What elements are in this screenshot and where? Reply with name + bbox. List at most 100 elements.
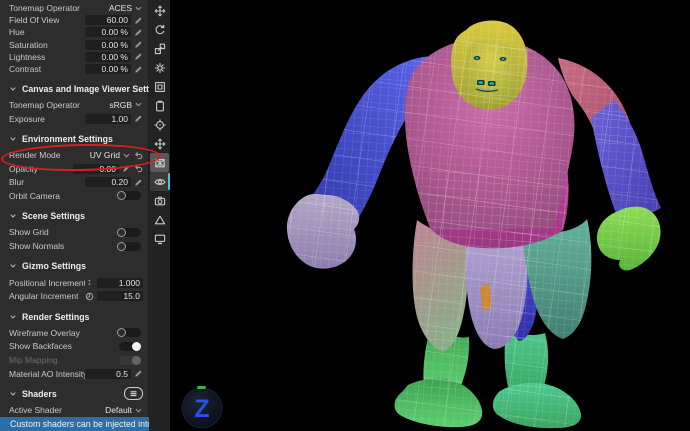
field-value: 0.00 % [102, 40, 128, 50]
section-title: Gizmo Settings [22, 261, 86, 271]
setting-label: Hue [9, 27, 25, 37]
value-field-material-ao-intensity[interactable]: 0.5 [85, 369, 131, 379]
value-field-opacity[interactable]: 0.00 [73, 164, 119, 174]
dropdown-tonemap-operator[interactable]: sRGB [109, 100, 143, 110]
pencil-icon[interactable] [134, 40, 143, 49]
dropdown-render-mode[interactable]: UV Grid [90, 150, 131, 160]
toolbar-item-uv-grid[interactable] [150, 153, 169, 172]
value-field-positional-increment[interactable]: 1.000 [97, 278, 143, 288]
setting-row-lightness: Lightness0.00 % [0, 51, 148, 63]
toolbar-item-gear[interactable] [150, 58, 169, 77]
toolbar-item-translate[interactable] [150, 1, 169, 20]
shader-notice: Custom shaders can be injected into [0, 417, 149, 431]
pencil-icon[interactable] [134, 369, 143, 378]
toolbar-item-eye[interactable] [150, 172, 169, 191]
field-value: 1.00 [111, 114, 128, 124]
value-field-saturation[interactable]: 0.00 % [85, 40, 131, 50]
value-field-field-of-view[interactable]: 60.00 [85, 15, 131, 25]
field-value: 1.000 [119, 278, 140, 288]
section-header-environment-settings[interactable]: Environment Settings [0, 131, 148, 146]
pencil-icon[interactable] [134, 114, 143, 123]
toolbar-item-triangle[interactable] [150, 210, 169, 229]
setting-label: Field Of View [9, 15, 59, 25]
setting-label: Render Mode [9, 150, 61, 160]
section-header-canvas-and-image-viewer-settings[interactable]: Canvas and Image Viewer Settings [0, 81, 148, 96]
value-field-lightness[interactable]: 0.00 % [85, 52, 131, 62]
toolbar-item-scale[interactable] [150, 39, 169, 58]
toolbar-item-camera[interactable] [150, 191, 169, 210]
toolbar-item-clipboard[interactable] [150, 96, 169, 115]
logo-letter: Z [194, 395, 209, 423]
section-title: Scene Settings [22, 211, 85, 221]
reset-icon[interactable] [134, 151, 143, 160]
snap-icon [85, 278, 94, 287]
value-field-contrast[interactable]: 0.00 % [85, 64, 131, 74]
dropdown-value: Default [105, 405, 132, 415]
section-header-gizmo-settings[interactable]: Gizmo Settings [0, 259, 148, 274]
pencil-icon[interactable] [134, 52, 143, 61]
pencil-icon[interactable] [134, 28, 143, 37]
section-header-scene-settings[interactable]: Scene Settings [0, 209, 148, 224]
pencil-icon[interactable] [122, 164, 131, 173]
field-value: 0.00 % [102, 64, 128, 74]
toolbar-item-monitor[interactable] [150, 229, 169, 248]
value-field-angular-increment[interactable]: 15.0 [97, 291, 143, 301]
toolbar-item-frame[interactable] [150, 77, 169, 96]
toolbar-item-move[interactable] [150, 134, 169, 153]
move-icon [154, 138, 166, 150]
pencil-icon[interactable] [134, 65, 143, 74]
value-field-hue[interactable]: 0.00 % [85, 27, 131, 37]
setting-row-active-shader: Active Shader Default [0, 403, 148, 417]
section-title: Render Settings [22, 312, 89, 322]
camera-icon [154, 195, 166, 207]
toolbar-item-focus-target[interactable] [150, 115, 169, 134]
toggle-show-backfaces[interactable] [119, 342, 141, 351]
section-title: Shaders [22, 389, 57, 399]
field-value: 60.00 [107, 15, 128, 25]
viewport-3d[interactable]: Z [170, 0, 690, 431]
field-value: 15.0 [123, 291, 140, 301]
setting-row-show-grid: Show Grid [0, 226, 148, 240]
pencil-icon[interactable] [134, 16, 143, 25]
pencil-icon[interactable] [134, 178, 143, 187]
vertical-toolbar [149, 0, 170, 431]
setting-row-orbit-camera: Orbit Camera [0, 189, 148, 203]
setting-label: Opacity [9, 164, 38, 174]
setting-label: Positional Increment [9, 278, 85, 288]
reset-icon[interactable] [134, 164, 143, 173]
setting-label: Contrast [9, 64, 41, 74]
toggle-show-normals[interactable] [119, 242, 141, 251]
monitor-icon [154, 233, 166, 245]
field-value: 0.00 [99, 164, 116, 174]
setting-label: Material AO Intensity [9, 369, 85, 379]
toggle-wireframe-overlay[interactable] [119, 328, 141, 337]
menu-icon [129, 389, 138, 398]
viewport: Z [170, 0, 690, 431]
dropdown-tonemap-operator[interactable]: ACES [109, 3, 143, 13]
setting-row-show-normals: Show Normals [0, 239, 148, 253]
setting-label: Angular Increment [9, 291, 78, 301]
section-title: Canvas and Image Viewer Settings [22, 84, 167, 94]
setting-row-material-ao-intensity: Material AO Intensity0.5 [0, 367, 148, 381]
setting-row-show-backfaces: Show Backfaces [0, 340, 148, 354]
translate-icon [154, 5, 166, 17]
setting-row-blur: Blur0.20 [0, 176, 148, 190]
value-field-exposure[interactable]: 1.00 [85, 114, 131, 124]
caret-down-icon [134, 406, 143, 415]
shader-menu-button[interactable] [124, 387, 143, 400]
toggle-orbit-camera[interactable] [119, 191, 141, 200]
section-header-shaders[interactable]: Shaders [0, 386, 148, 401]
scale-icon [154, 43, 166, 55]
toggle-mip-mapping[interactable] [119, 356, 141, 365]
toolbar-item-rotate[interactable] [150, 20, 169, 39]
setting-label: Show Grid [9, 227, 49, 237]
field-value: 0.20 [111, 177, 128, 187]
angle-icon [85, 292, 94, 301]
toggle-show-grid[interactable] [119, 228, 141, 237]
triangle-icon [154, 214, 166, 226]
field-value: 0.00 % [102, 52, 128, 62]
dropdown-active-shader[interactable]: Default [105, 405, 143, 415]
section-header-render-settings[interactable]: Render Settings [0, 309, 148, 324]
setting-label: Active Shader [9, 405, 62, 415]
value-field-blur[interactable]: 0.20 [85, 177, 131, 187]
